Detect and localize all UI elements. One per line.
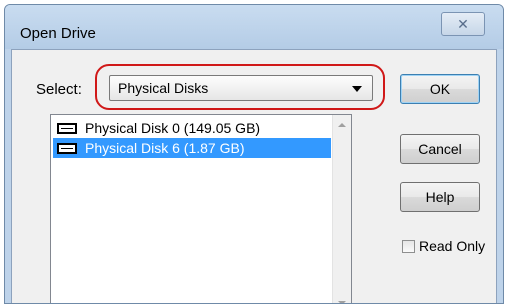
list-item-label: Physical Disk 6 (1.87 GB) bbox=[85, 140, 245, 156]
list-item[interactable]: Physical Disk 0 (149.05 GB) bbox=[53, 118, 331, 138]
help-button-label: Help bbox=[425, 189, 455, 205]
dialog-body: Select: Physical Disks OK Cancel Help Ph… bbox=[11, 49, 497, 303]
scroll-up-icon[interactable] bbox=[338, 123, 346, 127]
open-drive-dialog: Open Drive ✕ Select: Physical Disks OK C… bbox=[4, 4, 504, 304]
read-only-label: Read Only bbox=[419, 238, 486, 254]
help-button[interactable]: Help bbox=[400, 182, 480, 212]
read-only-option[interactable]: Read Only bbox=[402, 238, 485, 254]
list-item-selected[interactable]: Physical Disk 6 (1.87 GB) bbox=[53, 138, 331, 158]
hard-disk-icon bbox=[57, 142, 77, 154]
disk-list-items: Physical Disk 0 (149.05 GB) Physical Dis… bbox=[53, 118, 331, 158]
vertical-scrollbar[interactable] bbox=[332, 115, 351, 303]
title-bar[interactable]: Open Drive ✕ bbox=[5, 5, 503, 49]
hard-disk-icon bbox=[57, 122, 77, 134]
close-button[interactable]: ✕ bbox=[441, 12, 485, 36]
list-item-label: Physical Disk 0 (149.05 GB) bbox=[85, 120, 261, 136]
highlight-annotation bbox=[95, 64, 385, 110]
read-only-checkbox[interactable] bbox=[402, 239, 415, 253]
cancel-button[interactable]: Cancel bbox=[400, 134, 480, 164]
close-icon: ✕ bbox=[457, 15, 469, 32]
select-label: Select: bbox=[36, 81, 82, 98]
disk-list[interactable]: Physical Disk 0 (149.05 GB) Physical Dis… bbox=[50, 114, 352, 303]
ok-button-label: OK bbox=[429, 81, 451, 97]
ok-button[interactable]: OK bbox=[400, 74, 480, 104]
window-title: Open Drive bbox=[20, 25, 96, 42]
scroll-down-icon[interactable] bbox=[338, 301, 346, 303]
cancel-button-label: Cancel bbox=[418, 141, 462, 157]
